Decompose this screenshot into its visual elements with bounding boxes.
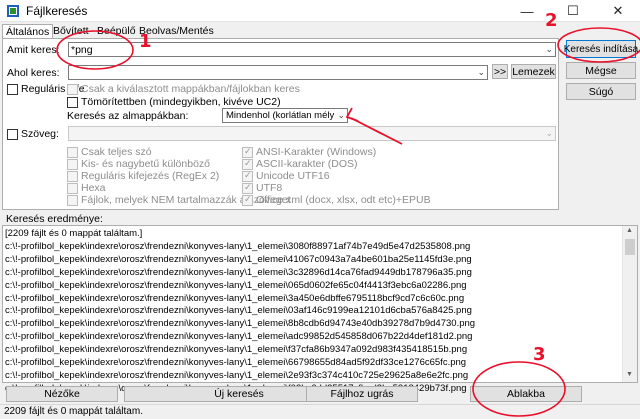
annotation-arrow-head — [345, 107, 359, 122]
annotation-arrow-line — [350, 117, 403, 145]
annotation-number-1: 1 — [139, 31, 152, 52]
annotation-ellipse-3 — [472, 361, 566, 417]
annotation-number-2: 2 — [545, 10, 558, 31]
annotation-ellipse-1 — [56, 30, 134, 70]
annotation-number-3: 3 — [533, 344, 546, 365]
annotation-ellipse-2 — [557, 27, 640, 63]
